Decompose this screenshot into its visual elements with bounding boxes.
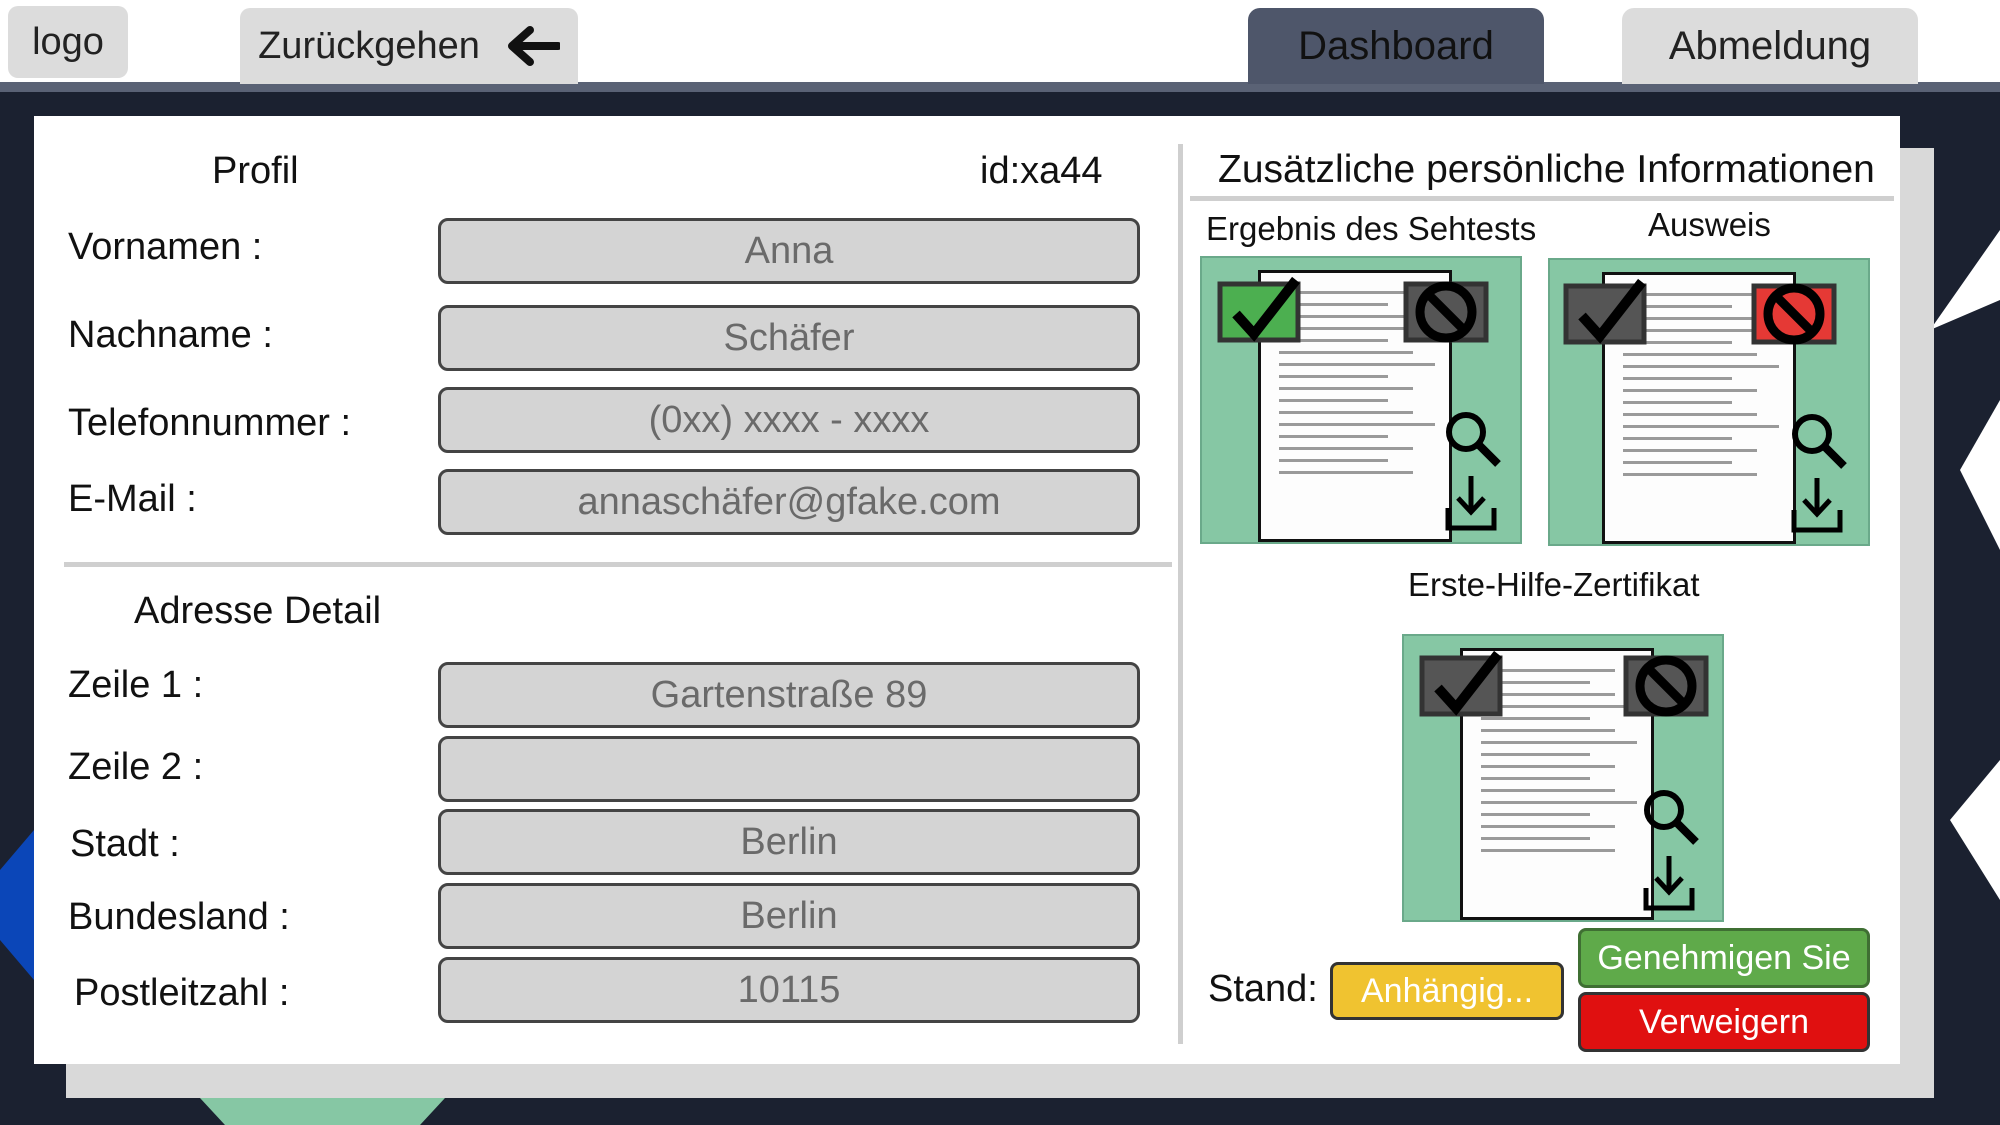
postal-code-field[interactable]: 10115 (438, 957, 1140, 1023)
address-line1-label: Zeile 1 : (68, 664, 204, 706)
vision-test-title: Ergebnis des Sehtests (1206, 210, 1537, 247)
postal-code-label: Postleitzahl : (74, 972, 290, 1014)
logout-button[interactable]: Abmeldung (1622, 8, 1918, 84)
email-field[interactable]: annaschäfer@gfake.com (438, 469, 1140, 535)
logo[interactable]: logo (8, 6, 128, 78)
profile-title: Profil (212, 150, 299, 192)
state-field[interactable]: Berlin (438, 883, 1140, 949)
logout-button-label: Abmeldung (1668, 23, 1872, 68)
download-icon[interactable] (1790, 476, 1844, 534)
city-field[interactable]: Berlin (438, 809, 1140, 875)
state-label: Bundesland : (68, 896, 290, 938)
id-card-title: Ausweis (1648, 206, 1771, 243)
background-decoration-left (0, 830, 34, 980)
phone-label: Telefonnummer : (68, 402, 352, 444)
arrow-left-icon (507, 26, 560, 66)
magnifier-icon[interactable] (1442, 408, 1502, 468)
email-label: E-Mail : (68, 478, 197, 520)
phone-field[interactable]: (0xx) xxxx - xxxx (438, 387, 1140, 453)
address-line2-field[interactable] (438, 736, 1140, 802)
deny-button[interactable]: Verweigern (1578, 992, 1870, 1052)
dashboard-tab[interactable]: Dashboard (1248, 8, 1544, 84)
first-aid-title: Erste-Hilfe-Zertifikat (1408, 566, 1700, 603)
approve-document-icon[interactable] (1418, 650, 1508, 720)
logo-label: logo (32, 20, 104, 63)
profile-id: id:xa44 (980, 150, 1103, 192)
additional-info-title: Zusätzliche persönliche Informationen (1218, 148, 1875, 191)
background-decoration-bottom (200, 1098, 445, 1125)
magnifier-icon[interactable] (1640, 786, 1700, 846)
status-label: Stand: (1208, 968, 1318, 1010)
deny-document-icon[interactable] (1750, 278, 1840, 348)
approve-document-icon[interactable] (1216, 276, 1306, 346)
back-button-label: Zurückgehen (258, 24, 480, 67)
back-button[interactable]: Zurückgehen (240, 8, 578, 84)
last-name-field[interactable]: Schäfer (438, 305, 1140, 371)
deny-document-icon[interactable] (1402, 276, 1492, 346)
column-divider (1178, 144, 1183, 1044)
approve-document-icon[interactable] (1562, 278, 1652, 348)
vision-test-document[interactable] (1200, 256, 1522, 544)
dashboard-tab-label: Dashboard (1298, 23, 1494, 68)
approve-button[interactable]: Genehmigen Sie (1578, 928, 1870, 988)
address-line2-label: Zeile 2 : (68, 746, 204, 788)
id-card-document[interactable] (1548, 258, 1870, 546)
background-decoration (1930, 230, 2000, 900)
city-label: Stadt : (70, 823, 180, 865)
download-icon[interactable] (1444, 474, 1498, 532)
status-pending-badge: Anhängig... (1330, 962, 1564, 1020)
last-name-label: Nachname : (68, 314, 273, 356)
first-aid-document[interactable] (1402, 634, 1724, 922)
download-icon[interactable] (1642, 854, 1696, 912)
section-divider (64, 562, 1172, 567)
address-title: Adresse Detail (134, 590, 382, 632)
first-name-label: Vornamen : (68, 226, 263, 268)
additional-info-divider (1190, 196, 1894, 201)
first-name-field[interactable]: Anna (438, 218, 1140, 284)
deny-document-icon[interactable] (1622, 650, 1712, 720)
address-line1-field[interactable]: Gartenstraße 89 (438, 662, 1140, 728)
magnifier-icon[interactable] (1788, 410, 1848, 470)
